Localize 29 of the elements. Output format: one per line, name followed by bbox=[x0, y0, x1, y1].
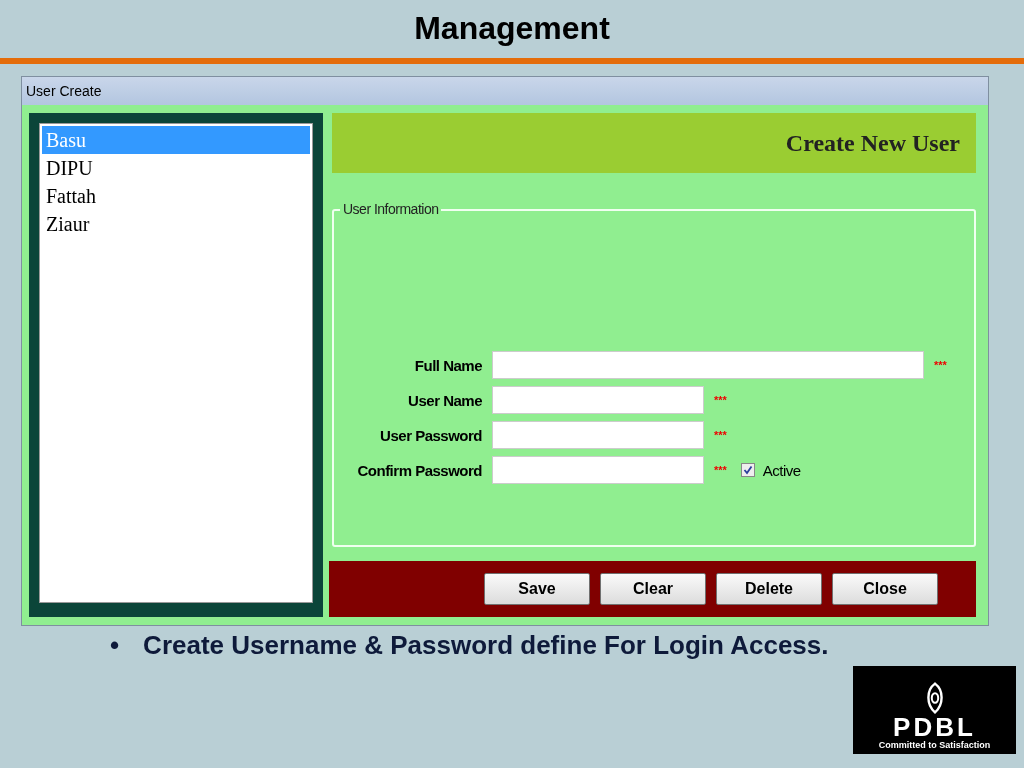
field-label: Full Name bbox=[413, 356, 483, 374]
input-field[interactable] bbox=[492, 421, 704, 449]
input-field[interactable] bbox=[492, 386, 704, 414]
required-mark: *** bbox=[714, 394, 727, 406]
bullet-marker: • bbox=[110, 630, 120, 662]
window-title: User Create bbox=[22, 77, 988, 105]
group-title: User Information bbox=[340, 201, 442, 217]
required-mark: *** bbox=[714, 464, 727, 476]
slide-title: Management bbox=[414, 10, 610, 48]
action-button[interactable]: Close bbox=[832, 573, 938, 605]
checkbox-label: Active bbox=[762, 461, 801, 479]
field-label: User Name bbox=[407, 391, 483, 409]
logo-tagline: Committed to Satisfaction bbox=[878, 740, 991, 750]
input-field[interactable] bbox=[492, 351, 924, 379]
bullet-text: Create Username & Password define For Login Access. bbox=[143, 630, 829, 662]
action-button[interactable]: Clear bbox=[600, 573, 706, 605]
logo-text: PDBL bbox=[893, 714, 976, 740]
user-list-item[interactable]: DIPU bbox=[42, 154, 310, 182]
input-field[interactable] bbox=[492, 456, 704, 484]
action-button[interactable]: Delete bbox=[716, 573, 822, 605]
field-label: Confirm Password bbox=[356, 461, 483, 479]
header-title: Create New User bbox=[785, 129, 960, 157]
field-label: User Password bbox=[379, 426, 483, 444]
checkbox[interactable] bbox=[740, 463, 755, 477]
required-mark: *** bbox=[714, 429, 727, 441]
action-button[interactable]: Save bbox=[484, 573, 590, 605]
user-list-item[interactable]: Ziaur bbox=[42, 210, 310, 238]
user-list-item[interactable]: Fattah bbox=[42, 182, 310, 210]
required-mark: *** bbox=[934, 359, 947, 371]
